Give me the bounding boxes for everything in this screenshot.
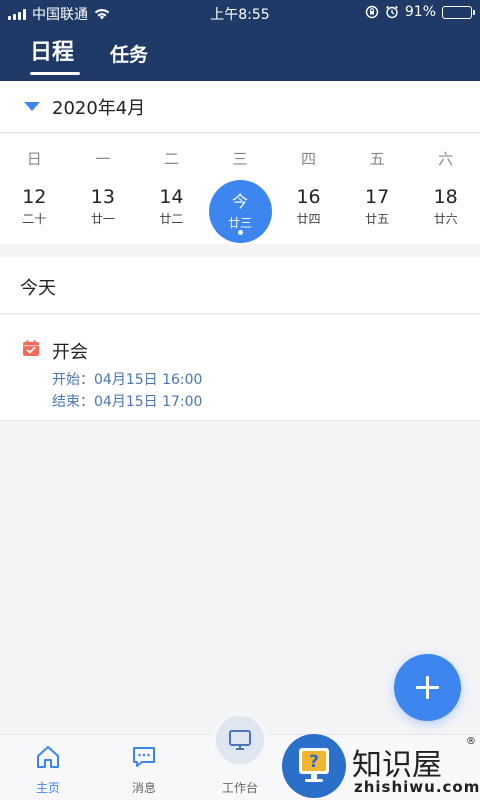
- month-selector[interactable]: 2020年4月: [0, 81, 480, 133]
- workbench-button[interactable]: [212, 712, 268, 768]
- tab-schedule[interactable]: 日程: [30, 34, 74, 66]
- lunar-date: 廿五: [365, 212, 390, 226]
- weekday-label: 四: [301, 150, 317, 168]
- status-bar: 中国联通 上午8:55 91%: [0, 0, 480, 26]
- app-header: 中国联通 上午8:55 91% 日程 任务: [0, 0, 480, 81]
- lunar-date: 廿三: [227, 216, 252, 230]
- weekday-label: 二: [163, 150, 179, 168]
- nav-messages[interactable]: 消息: [96, 735, 192, 800]
- nav-home-label: 主页: [35, 781, 60, 795]
- message-icon: [133, 747, 155, 767]
- nav-messages-label: 消息: [131, 781, 156, 795]
- event-dot: [237, 230, 243, 235]
- status-right: 91%: [365, 4, 475, 20]
- event-end-time: 结束：04月15日 17:00: [52, 394, 203, 410]
- lunar-date: 廿一: [90, 212, 115, 226]
- lunar-date: 廿二: [159, 212, 184, 226]
- weekday-label: 六: [438, 150, 454, 168]
- alarm-icon: [385, 5, 398, 19]
- date-row: 12 二十 13 廿一 14 廿二 今 廿三 16 廿四 17 廿五 18 廿六: [0, 180, 480, 243]
- active-tab-indicator: [30, 72, 80, 75]
- caret-down-icon: [24, 102, 40, 111]
- calendar-day[interactable]: 13 廿一: [69, 180, 138, 242]
- calendar-check-icon: [23, 340, 39, 356]
- calendar-day[interactable]: 14 廿二: [137, 180, 206, 242]
- today-section-header: 今天: [0, 257, 480, 314]
- weekday-label: 日: [26, 150, 42, 168]
- battery-icon: [442, 5, 475, 19]
- calendar-day[interactable]: 17 廿五: [343, 180, 412, 242]
- add-schedule-button[interactable]: [394, 654, 461, 721]
- monitor-icon: [229, 730, 251, 750]
- tab-tasks[interactable]: 任务: [110, 40, 148, 67]
- week-calendar: 日 一 二 三 四 五 六 12 二十 13 廿一 14 廿二 今 廿三 16 …: [0, 134, 480, 244]
- nav-item-5[interactable]: [384, 735, 480, 800]
- today-title: 今天: [20, 278, 56, 299]
- event-start-time: 开始：04月15日 16:00: [52, 372, 203, 388]
- day-number: 13: [90, 186, 115, 208]
- nav-item-4[interactable]: [288, 735, 384, 800]
- lunar-date: 二十: [22, 212, 47, 226]
- calendar-day[interactable]: 12 二十: [0, 180, 69, 242]
- weekday-label: 一: [95, 150, 111, 168]
- day-number: 17: [365, 186, 390, 208]
- day-number: 12: [22, 186, 47, 208]
- weekday-label: 五: [369, 150, 385, 168]
- battery-percent: 91%: [404, 4, 436, 20]
- day-number: 18: [433, 186, 458, 208]
- month-label: 2020年4月: [52, 97, 146, 119]
- home-icon: [37, 746, 59, 768]
- event-item[interactable]: 开会 开始：04月15日 16:00 结束：04月15日 17:00: [0, 315, 480, 421]
- lunar-date: 廿四: [296, 212, 321, 226]
- weekday-header: 日 一 二 三 四 五 六: [0, 148, 480, 169]
- lunar-date: 廿六: [433, 212, 458, 226]
- calendar-day-selected[interactable]: 今 廿三: [206, 180, 275, 243]
- nav-workbench-label: 工作台: [221, 781, 258, 795]
- calendar-day[interactable]: 18 廿六: [411, 180, 480, 242]
- calendar-day[interactable]: 16 廿四: [274, 180, 343, 242]
- day-number: 14: [159, 186, 184, 208]
- weekday-label: 三: [232, 150, 248, 168]
- nav-home[interactable]: 主页: [0, 735, 96, 800]
- day-number: 16: [296, 186, 321, 208]
- event-title: 开会: [52, 342, 88, 363]
- orientation-lock-icon: [365, 5, 379, 19]
- top-tabs: 日程 任务: [0, 28, 480, 81]
- day-number: 今: [231, 192, 248, 211]
